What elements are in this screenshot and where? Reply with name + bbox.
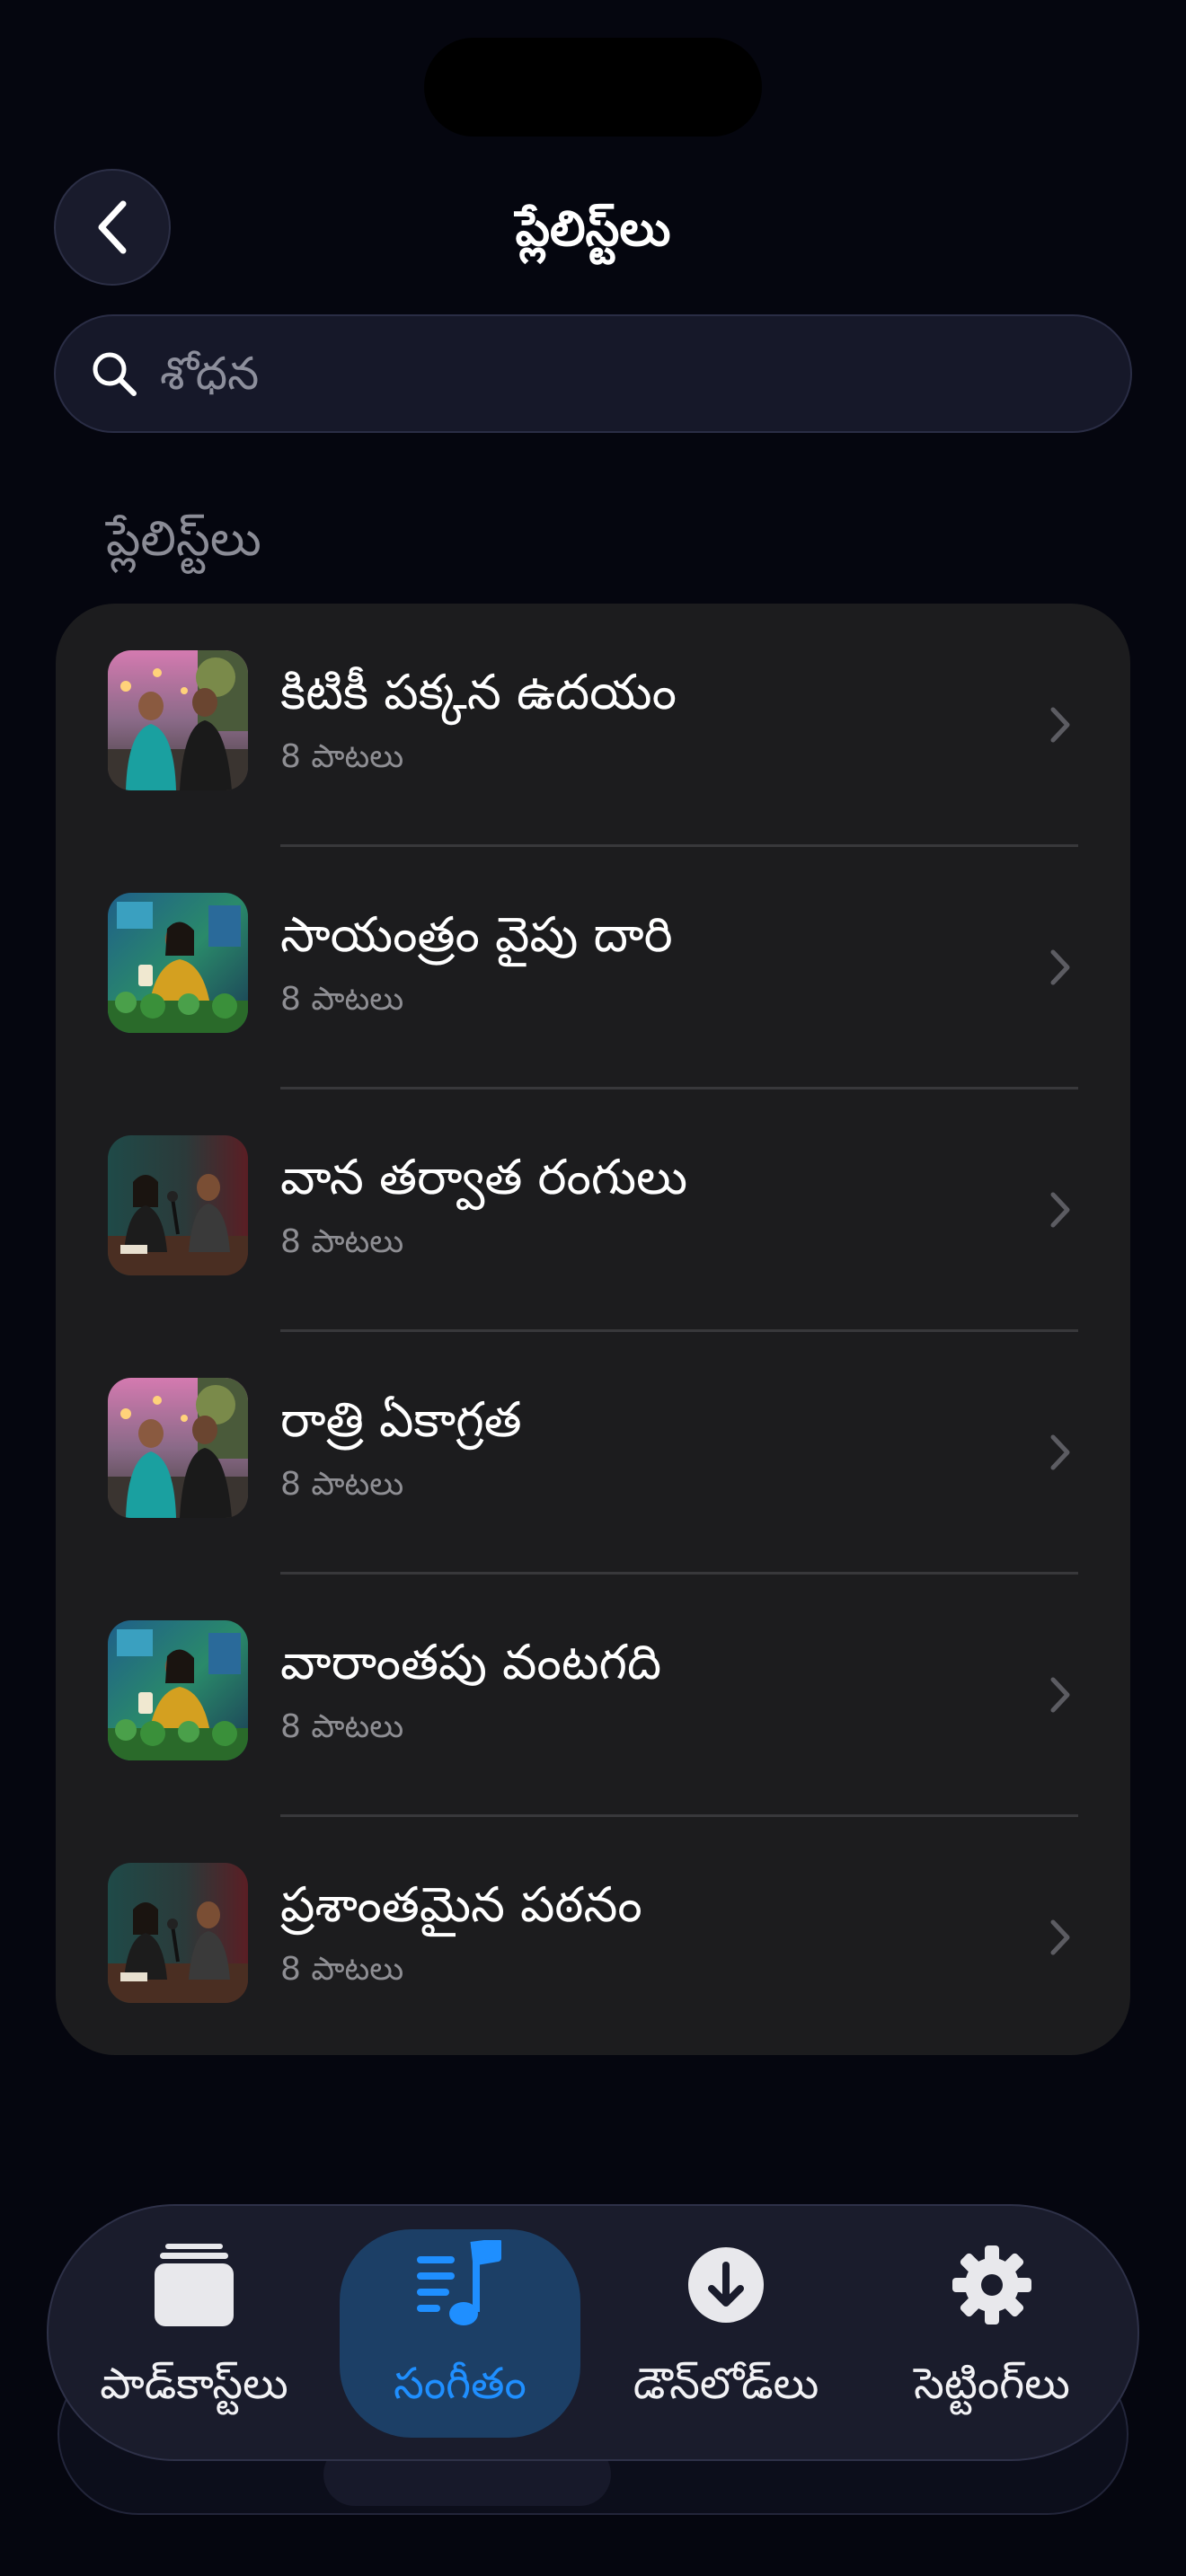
chevron-right-icon bbox=[1050, 949, 1070, 985]
gear-icon bbox=[952, 2245, 1031, 2325]
playlist-title: కిటికీ పక్కన ఉదయం bbox=[280, 664, 677, 720]
search-input[interactable] bbox=[158, 347, 1060, 401]
playlist-row[interactable]: రాత్రి ఏకాగ్రత 8 పాటలు bbox=[56, 1331, 1130, 1575]
tab-label: సంగీతం bbox=[394, 2359, 527, 2409]
chevron-right-icon bbox=[1050, 1677, 1070, 1713]
tab-music[interactable]: సంగీతం bbox=[340, 2204, 580, 2461]
playlist-title: రాత్రి ఏకాగ్రత bbox=[280, 1391, 522, 1448]
tab-label: సెట్టింగ్‌లు bbox=[914, 2359, 1070, 2409]
tab-downloads[interactable]: డౌన్‌లోడ్‌లు bbox=[606, 2204, 846, 2461]
tab-label: పాడ్‌కాస్ట్‌లు bbox=[100, 2359, 288, 2409]
playlist-song-count: 8 పాటలు bbox=[280, 1708, 404, 1745]
playlist-card: కిటికీ పక్కన ఉదయం 8 పాటలు సాయంత్రం వైపు … bbox=[56, 604, 1130, 2055]
page-title: ప్లేలిస్ట్‌లు bbox=[515, 200, 671, 257]
playlist-row[interactable]: వారాంతపు వంటగది 8 పాటలు bbox=[56, 1574, 1130, 1817]
section-label: ప్లేలిస్ట్‌లు bbox=[106, 510, 261, 567]
chevron-right-icon bbox=[1050, 707, 1070, 743]
playlist-thumbnail bbox=[108, 893, 248, 1033]
playlist-thumbnail bbox=[108, 1620, 248, 1760]
playlist-title: వారాంతపు వంటగది bbox=[280, 1634, 662, 1690]
playlist-song-count: 8 పాటలు bbox=[280, 981, 404, 1018]
chevron-right-icon bbox=[1050, 1919, 1070, 1955]
download-circle-icon bbox=[688, 2247, 764, 2323]
playlist-thumbnail bbox=[108, 1135, 248, 1275]
playlist-title: వాన తర్వాత రంగులు bbox=[280, 1149, 688, 1205]
chevron-right-icon bbox=[1050, 1192, 1070, 1228]
playlist-song-count: 8 పాటలు bbox=[280, 1223, 404, 1260]
playlist-thumbnail bbox=[108, 1863, 248, 2003]
search-icon bbox=[93, 352, 137, 396]
playlist-song-count: 8 పాటలు bbox=[280, 1951, 404, 1988]
stack-icon bbox=[155, 2244, 234, 2326]
search-bar[interactable] bbox=[54, 314, 1132, 433]
playlist-thumbnail bbox=[108, 650, 248, 790]
playlist-title: సాయంత్రం వైపు దారి bbox=[280, 906, 673, 963]
playlist-row[interactable]: కిటికీ పక్కన ఉదయం 8 పాటలు bbox=[56, 604, 1130, 847]
chevron-right-icon bbox=[1050, 1434, 1070, 1470]
playlist-title: ప్రశాంతమైన పఠనం bbox=[280, 1876, 642, 1933]
tab-podcasts[interactable]: పాడ్‌కాస్ట్‌లు bbox=[74, 2204, 314, 2461]
playlist-song-count: 8 పాటలు bbox=[280, 738, 404, 775]
playlist-thumbnail bbox=[108, 1378, 248, 1518]
playlist-row[interactable]: ప్రశాంతమైన పఠనం 8 పాటలు bbox=[56, 1816, 1130, 2055]
playlist-row[interactable]: సాయంత్రం వైపు దారి 8 పాటలు bbox=[56, 846, 1130, 1090]
playlist-row[interactable]: వాన తర్వాత రంగులు 8 పాటలు bbox=[56, 1089, 1130, 1332]
playlist-song-count: 8 పాటలు bbox=[280, 1466, 404, 1503]
music-list-icon bbox=[417, 2240, 501, 2325]
tab-settings[interactable]: సెట్టింగ్‌లు bbox=[872, 2204, 1112, 2461]
tab-label: డౌన్‌లోడ్‌లు bbox=[633, 2359, 819, 2409]
dynamic-island bbox=[424, 38, 762, 137]
